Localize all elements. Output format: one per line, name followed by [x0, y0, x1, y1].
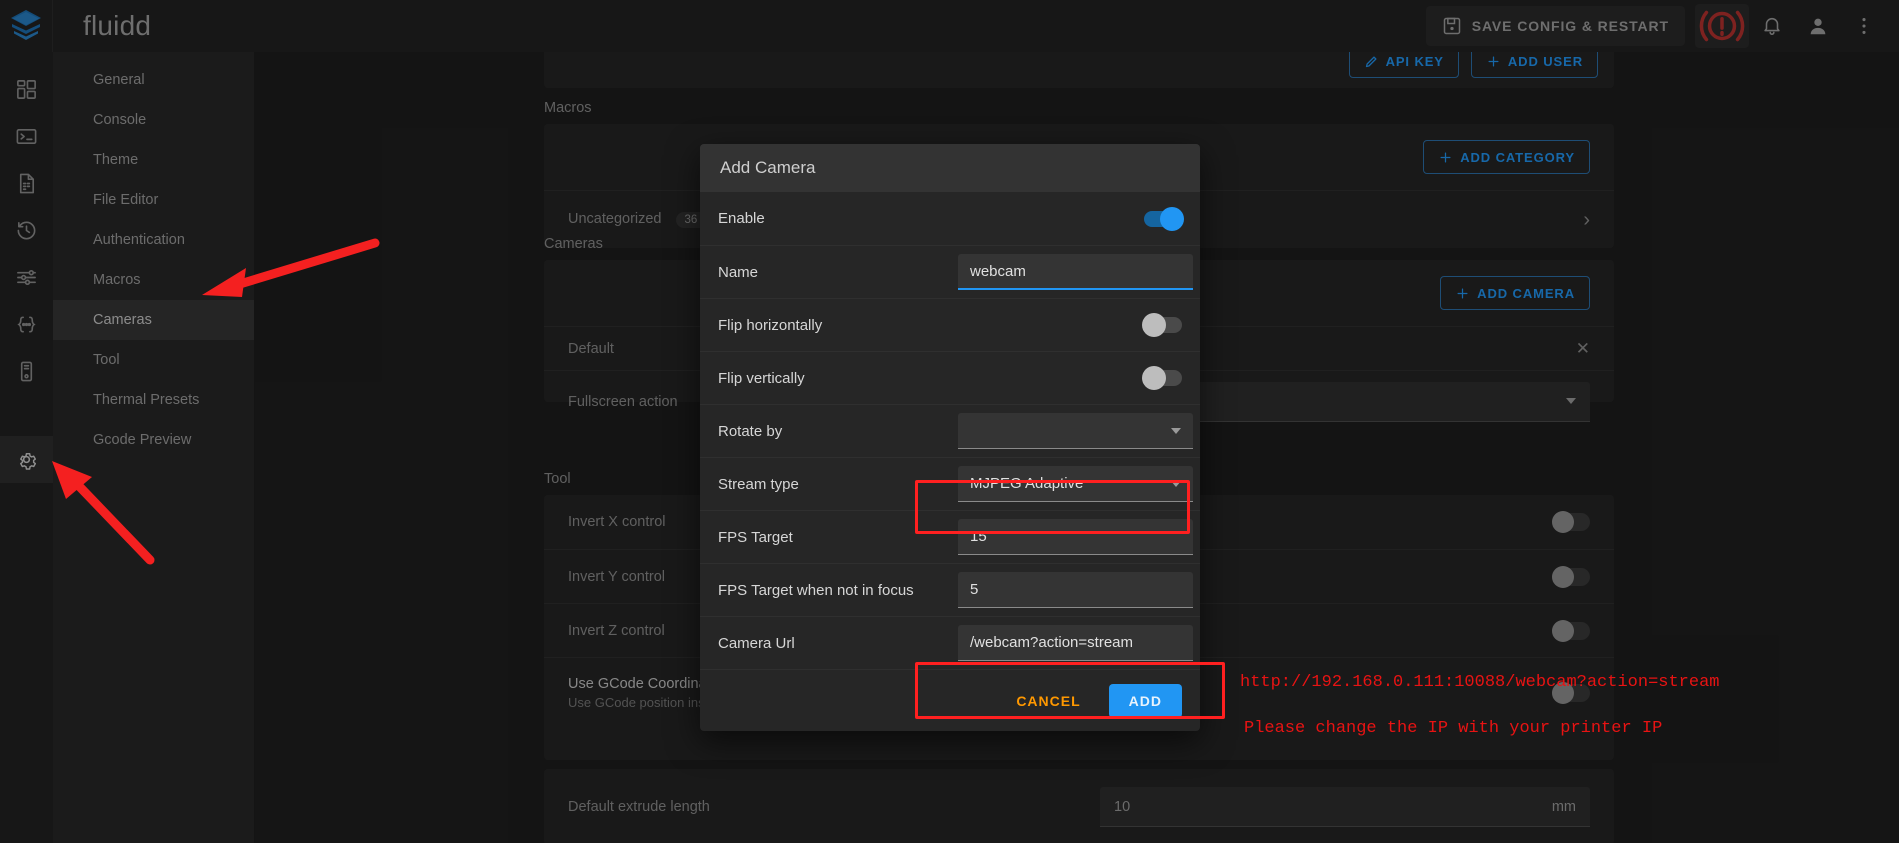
fps-target-unfocused-field	[958, 572, 1193, 608]
name-label: Name	[718, 264, 958, 281]
enable-toggle-knob	[1160, 207, 1184, 231]
stream-type-value: MJPEG Adaptive	[970, 475, 1171, 492]
stream-type-field: MJPEG Adaptive	[958, 466, 1193, 502]
camera-url-label: Camera Url	[718, 635, 958, 652]
flip-vertically-field	[958, 370, 1182, 386]
flip-horizontally-toggle-knob	[1142, 313, 1166, 337]
cancel-button[interactable]: CANCEL	[1002, 684, 1094, 718]
flip-horizontally-field	[958, 317, 1182, 333]
annotation-url-note: Please change the IP with your printer I…	[1244, 719, 1662, 738]
rotate-by-field	[958, 413, 1193, 449]
chevron-down-icon	[1171, 481, 1181, 487]
add-button[interactable]: ADD	[1109, 684, 1182, 718]
flip-vertically-toggle-knob	[1142, 366, 1166, 390]
fps-target-unfocused-label: FPS Target when not in focus	[718, 582, 958, 599]
fps-target-label: FPS Target	[718, 529, 958, 546]
fps-target-field	[958, 519, 1193, 555]
flip-vertically-toggle[interactable]	[1144, 370, 1182, 386]
dialog-row-fps-target-unfocused: FPS Target when not in focus	[700, 563, 1200, 616]
camera-url-field	[958, 625, 1193, 661]
dialog-title: Add Camera	[700, 144, 1200, 192]
app-root: fluidd SAVE CONFIG & RESTART	[0, 0, 1899, 843]
name-input[interactable]	[958, 254, 1193, 290]
annotation-url-example: http://192.168.0.111:10088/webcam?action…	[1240, 673, 1719, 692]
enable-toggle[interactable]	[1144, 211, 1182, 227]
camera-url-input[interactable]	[958, 625, 1193, 661]
dialog-row-flip-horizontally: Flip horizontally	[700, 298, 1200, 351]
name-field	[958, 254, 1193, 290]
dialog-row-fps-target: FPS Target	[700, 510, 1200, 563]
flip-vertically-label: Flip vertically	[718, 370, 958, 387]
dialog-row-flip-vertically: Flip vertically	[700, 351, 1200, 404]
dialog-row-rotate-by: Rotate by	[700, 404, 1200, 457]
fps-target-input[interactable]	[958, 519, 1193, 555]
rotate-by-select[interactable]	[958, 413, 1193, 449]
dialog-row-enable: Enable	[700, 192, 1200, 245]
add-camera-dialog: Add Camera Enable Name Flip horizontally…	[700, 144, 1200, 731]
dialog-row-stream-type: Stream type MJPEG Adaptive	[700, 457, 1200, 510]
dialog-actions: CANCEL ADD	[700, 669, 1200, 731]
flip-horizontally-label: Flip horizontally	[718, 317, 958, 334]
enable-field	[958, 211, 1182, 227]
flip-horizontally-toggle[interactable]	[1144, 317, 1182, 333]
rotate-by-label: Rotate by	[718, 423, 958, 440]
chevron-down-icon	[1171, 428, 1181, 434]
dialog-row-name: Name	[700, 245, 1200, 298]
fps-target-unfocused-input[interactable]	[958, 572, 1193, 608]
dialog-row-camera-url: Camera Url	[700, 616, 1200, 669]
stream-type-select[interactable]: MJPEG Adaptive	[958, 466, 1193, 502]
stream-type-label: Stream type	[718, 476, 958, 493]
enable-label: Enable	[718, 210, 958, 227]
